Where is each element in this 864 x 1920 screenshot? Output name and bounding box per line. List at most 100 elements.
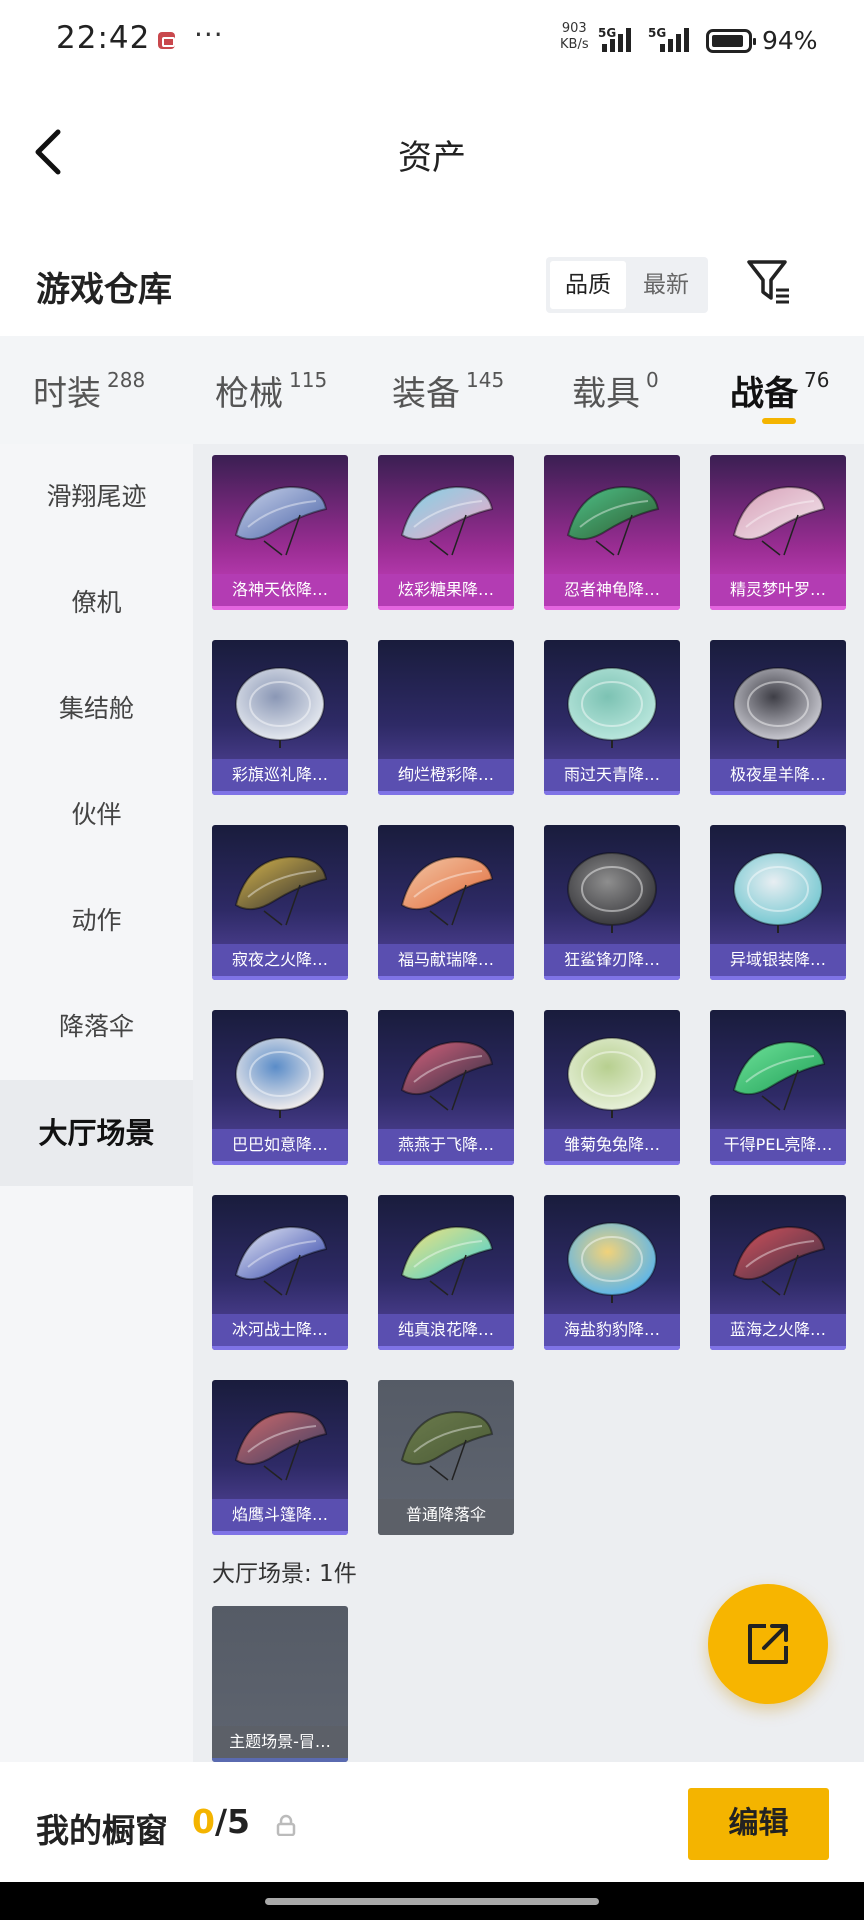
parachute-icon xyxy=(400,1040,494,1111)
lobby-item-card[interactable]: 主题场景-冒… xyxy=(212,1606,348,1762)
sort-newest-button[interactable]: 最新 xyxy=(628,261,704,309)
item-card[interactable]: 冰河战士降… xyxy=(212,1195,348,1350)
tab-weapons[interactable]: 枪械 115 xyxy=(215,366,327,415)
lock-icon xyxy=(276,1814,296,1837)
sidebar-item-parachute[interactable]: 降落伞 xyxy=(0,974,193,1080)
item-card-label: 极夜星羊降… xyxy=(710,759,846,791)
sort-quality-button[interactable]: 品质 xyxy=(550,261,626,309)
item-card[interactable]: 绚烂橙彩降… xyxy=(378,640,514,795)
sidebar-item-glide-trail[interactable]: 滑翔尾迹 xyxy=(0,444,193,550)
parachute-icon xyxy=(234,1225,328,1296)
item-card-label: 主题场景-冒… xyxy=(212,1726,348,1758)
tab-vehicles[interactable]: 载具 0 xyxy=(572,366,659,415)
parachute-icon xyxy=(567,667,657,748)
item-card[interactable]: 焰鹰斗篷降… xyxy=(212,1380,348,1535)
item-card-label: 狂鲨锋刃降… xyxy=(544,944,680,976)
item-card[interactable]: 炫彩糖果降… xyxy=(378,455,514,610)
sidebar-item-companion[interactable]: 伙伴 xyxy=(0,762,193,868)
parachute-icon xyxy=(235,1037,325,1118)
item-card-label: 燕燕于飞降… xyxy=(378,1129,514,1161)
item-card[interactable]: 寂夜之火降… xyxy=(212,825,348,980)
rarity-bar xyxy=(212,1531,348,1535)
item-card-label: 巴巴如意降… xyxy=(212,1129,348,1161)
parachute-icon xyxy=(400,1410,494,1481)
rarity-bar xyxy=(212,1161,348,1165)
item-card-label: 蓝海之火降… xyxy=(710,1314,846,1346)
header: 资产 xyxy=(0,82,864,222)
item-card-label: 海盐豹豹降… xyxy=(544,1314,680,1346)
item-card[interactable]: 精灵梦叶罗… xyxy=(710,455,846,610)
item-card-label: 普通降落伞 xyxy=(378,1499,514,1531)
item-card[interactable]: 雨过天青降… xyxy=(544,640,680,795)
item-card[interactable]: 洛神天依降… xyxy=(212,455,348,610)
item-card[interactable]: 忍者神龟降… xyxy=(544,455,680,610)
sort-toggle: 品质 最新 xyxy=(546,257,708,313)
item-card[interactable]: 异域银装降… xyxy=(710,825,846,980)
rarity-bar xyxy=(378,1346,514,1350)
item-card[interactable]: 燕燕于飞降… xyxy=(378,1010,514,1165)
item-card-label: 干得PEL亮降… xyxy=(710,1129,846,1161)
rarity-bar xyxy=(710,791,846,795)
item-card[interactable]: 巴巴如意降… xyxy=(212,1010,348,1165)
rarity-bar xyxy=(212,791,348,795)
rarity-bar xyxy=(378,1161,514,1165)
network-speed-unit: KB/s xyxy=(560,37,589,52)
item-card-label: 绚烂橙彩降… xyxy=(378,759,514,791)
signal-1-icon: 5G xyxy=(598,26,642,52)
parachute-icon xyxy=(400,855,494,926)
rarity-bar xyxy=(378,976,514,980)
item-card[interactable]: 狂鲨锋刃降… xyxy=(544,825,680,980)
rarity-bar xyxy=(212,1346,348,1350)
edit-button[interactable]: 编辑 xyxy=(688,1788,829,1860)
rarity-bar xyxy=(544,1161,680,1165)
item-card-label: 异域银装降… xyxy=(710,944,846,976)
tab-battle-gear[interactable]: 战备 76 xyxy=(730,366,829,415)
parachute-icon xyxy=(566,485,660,556)
item-card[interactable]: 福马献瑞降… xyxy=(378,825,514,980)
parachute-icon xyxy=(400,1225,494,1296)
item-card-label: 雨过天青降… xyxy=(544,759,680,791)
rarity-bar xyxy=(710,1346,846,1350)
battery-percent: 94% xyxy=(762,26,818,55)
parachute-icon xyxy=(400,485,494,556)
item-card-label: 寂夜之火降… xyxy=(212,944,348,976)
parachute-icon xyxy=(234,855,328,926)
rarity-bar xyxy=(378,606,514,610)
item-card-label: 纯真浪花降… xyxy=(378,1314,514,1346)
network-speed-value: 903 xyxy=(561,21,587,36)
share-icon xyxy=(748,1624,788,1664)
rarity-bar xyxy=(212,976,348,980)
rarity-bar xyxy=(710,606,846,610)
showcase-bar: 我的橱窗 0/5 编辑 xyxy=(0,1762,864,1882)
parachute-icon xyxy=(733,852,823,933)
sidebar-item-wingman[interactable]: 僚机 xyxy=(0,550,193,656)
item-card-label: 洛神天依降… xyxy=(212,574,348,606)
item-card[interactable]: 蓝海之火降… xyxy=(710,1195,846,1350)
sidebar-item-lobby-scene[interactable]: 大厅场景 xyxy=(0,1080,193,1186)
item-card[interactable]: 干得PEL亮降… xyxy=(710,1010,846,1165)
home-indicator[interactable] xyxy=(265,1898,599,1905)
item-card-label: 焰鹰斗篷降… xyxy=(212,1499,348,1531)
category-tabs: 时装 288 枪械 115 装备 145 载具 0 战备 76 xyxy=(0,336,864,444)
tab-fashion[interactable]: 时装 288 xyxy=(33,366,145,415)
rarity-bar xyxy=(544,1346,680,1350)
share-button[interactable] xyxy=(708,1584,828,1704)
item-card-label: 彩旗巡礼降… xyxy=(212,759,348,791)
rarity-bar xyxy=(378,1531,514,1535)
tab-equipment[interactable]: 装备 145 xyxy=(392,366,504,415)
item-card[interactable]: 海盐豹豹降… xyxy=(544,1195,680,1350)
signal-2-icon: 5G xyxy=(648,26,692,52)
item-card[interactable]: 普通降落伞 xyxy=(378,1380,514,1535)
sidebar-item-drop-pod[interactable]: 集结舱 xyxy=(0,656,193,762)
app-notification-icon xyxy=(158,32,175,49)
item-card[interactable]: 彩旗巡礼降… xyxy=(212,640,348,795)
lobby-section-label: 大厅场景: 1件 xyxy=(212,1561,357,1587)
parachute-icon xyxy=(732,485,826,556)
item-card-label: 炫彩糖果降… xyxy=(378,574,514,606)
item-card[interactable]: 纯真浪花降… xyxy=(378,1195,514,1350)
item-card[interactable]: 极夜星羊降… xyxy=(710,640,846,795)
sidebar-item-emote[interactable]: 动作 xyxy=(0,868,193,974)
filter-icon[interactable] xyxy=(746,258,792,306)
parachute-icon xyxy=(567,1222,657,1303)
item-card[interactable]: 雏菊兔兔降… xyxy=(544,1010,680,1165)
